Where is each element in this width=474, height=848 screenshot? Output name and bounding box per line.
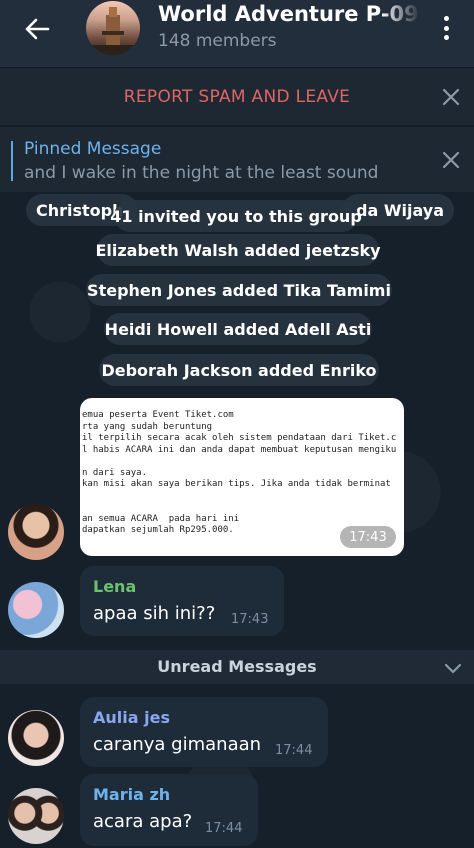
service-message: Deborah Jackson added Enriko (99, 354, 379, 386)
chat-area[interactable]: Christoph da Wijaya 41 invited you to th… (0, 192, 474, 848)
photo-text-line: l habis ACARA ini dan anda dapat membuat… (82, 444, 397, 455)
service-message: 41 invited you to this group (110, 200, 362, 232)
back-arrow-icon[interactable] (20, 12, 54, 46)
sender-avatar[interactable] (8, 582, 64, 638)
service-text: Stephen Jones added Tika Tamimi (87, 280, 391, 300)
message-time: 17:44 (275, 743, 313, 758)
message-time: 17:44 (205, 821, 243, 836)
service-message: Elizabeth Walsh added jeetzsky (95, 234, 381, 266)
chat-header: World Adventure P-0939 148 members (0, 0, 474, 67)
message-bubble[interactable]: Lena apaa sih ini?? 17:43 (80, 566, 284, 636)
message-time: 17:43 (340, 526, 396, 548)
service-message: Stephen Jones added Tika Tamimi (86, 274, 392, 306)
pinned-title: Pinned Message (24, 139, 162, 159)
message-text: acara apa? (93, 811, 193, 832)
report-spam-button[interactable]: REPORT SPAM AND LEAVE (0, 87, 474, 107)
photo-text-line: emua peserta Event Tiket.com (82, 410, 234, 420)
service-text: 41 invited you to this group (110, 206, 362, 226)
photo-text-line: il terpilih secara acak oleh sistem pend… (82, 433, 397, 443)
service-text: da Wijaya (356, 200, 444, 220)
sender-name[interactable]: Aulia jes (93, 708, 170, 727)
message-text: apaa sih ini?? (93, 603, 216, 624)
photo-text-line (82, 502, 404, 514)
message-bubble[interactable]: Maria zh acara apa? 17:44 (80, 774, 258, 846)
photo-text-line: kan misi akan saya berikan tips. Jika an… (82, 479, 391, 489)
photo-text-line: n dari saya. (82, 467, 148, 478)
sender-name[interactable]: Lena (93, 577, 136, 596)
close-icon[interactable] (439, 85, 463, 109)
member-count[interactable]: 148 members (158, 31, 277, 51)
sender-avatar[interactable] (8, 788, 64, 844)
photo-text-line (82, 491, 404, 503)
unread-messages-divider: Unread Messages (0, 650, 474, 684)
sender-name[interactable]: Maria zh (93, 785, 170, 804)
close-icon[interactable] (439, 148, 463, 172)
sender-avatar[interactable] (8, 710, 64, 766)
photo-text-line: rta yang sudah beruntung (82, 421, 213, 432)
photo-text-line: an semua ACARA pada hari ini (82, 513, 240, 524)
more-vertical-icon[interactable] (434, 13, 458, 43)
pinned-text: and I wake in the night at the least sou… (24, 163, 379, 183)
service-text: Heidi Howell added Adell Asti (104, 319, 372, 339)
message-bubble[interactable]: Aulia jes caranya gimanaan 17:44 (80, 697, 328, 767)
sender-avatar[interactable] (8, 504, 64, 560)
message-text: caranya gimanaan (93, 734, 262, 755)
group-avatar[interactable] (86, 1, 140, 55)
chevron-down-icon[interactable] (444, 660, 462, 679)
service-message: Heidi Howell added Adell Asti (104, 313, 372, 345)
pinned-indicator (11, 141, 13, 181)
unread-label: Unread Messages (157, 657, 317, 676)
service-text: Deborah Jackson added Enriko (101, 360, 377, 380)
service-text: Elizabeth Walsh added jeetzsky (95, 240, 381, 260)
pinned-message-bar[interactable]: Pinned Message and I wake in the night a… (0, 126, 474, 192)
photo-text-content: emua peserta Event Tiket.com rta yang sud… (82, 410, 404, 537)
group-title[interactable]: World Adventure P-0939 (158, 2, 420, 26)
report-spam-bar: REPORT SPAM AND LEAVE (0, 67, 474, 125)
message-time: 17:43 (231, 612, 269, 627)
photo-text-line (82, 456, 404, 468)
